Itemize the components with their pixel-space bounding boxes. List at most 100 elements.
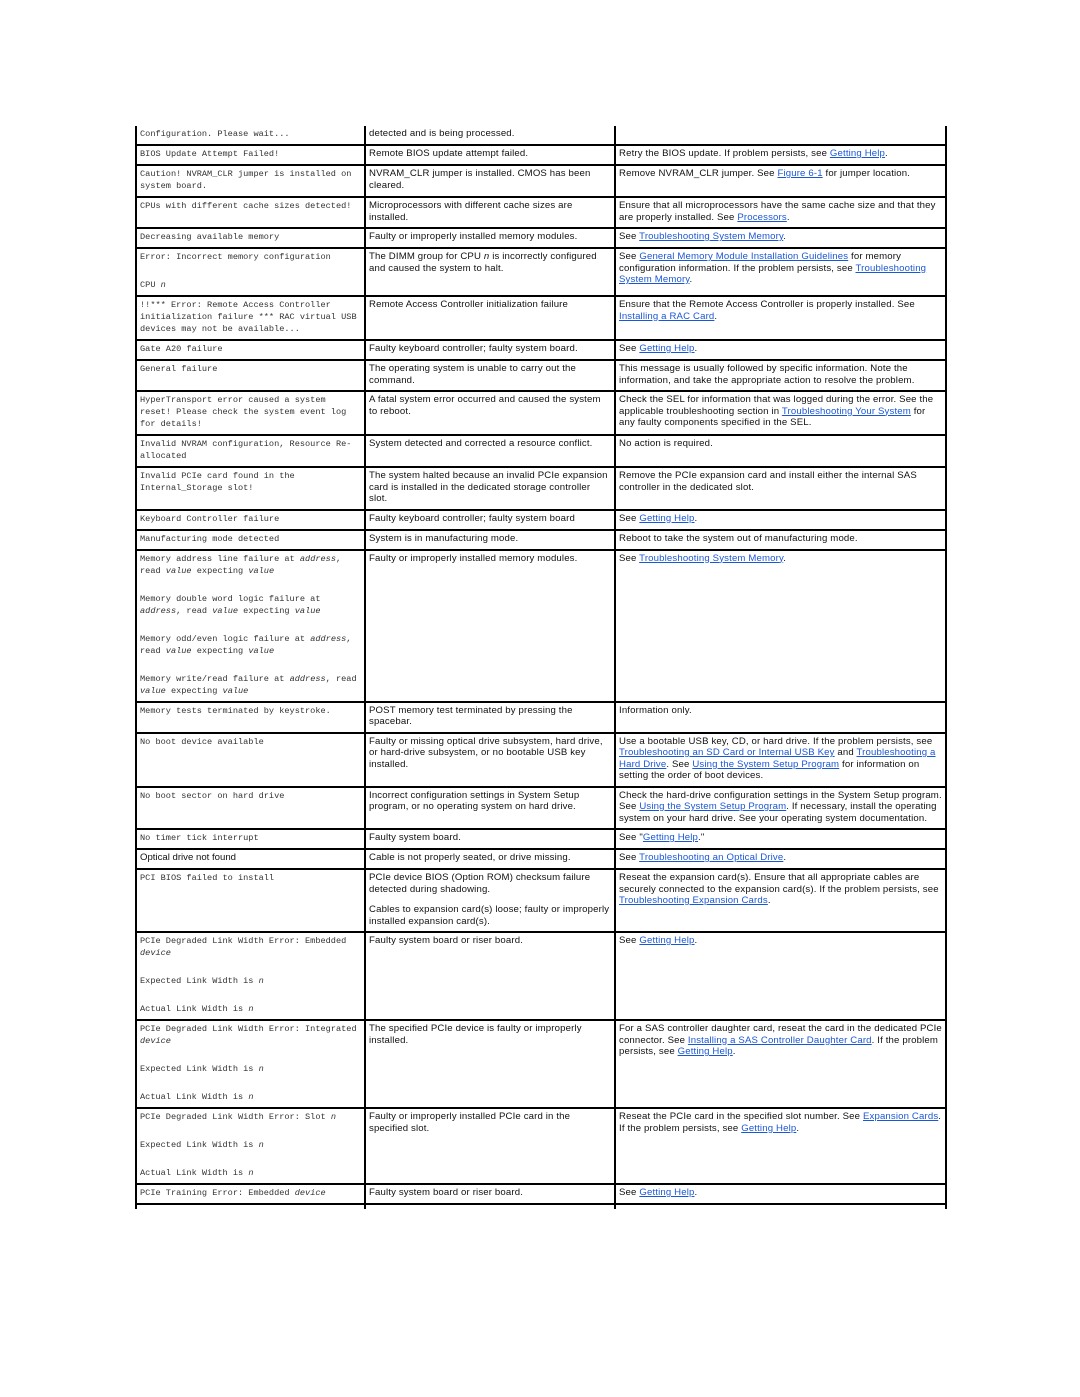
action-text: See "Getting Help.": [619, 832, 942, 844]
text-segment: . See: [666, 758, 693, 770]
cause-cell: Faulty system board or riser board.: [364, 1183, 616, 1205]
message-line: Decreasing available memory: [140, 231, 361, 243]
message-cell: No boot device available: [135, 731, 366, 788]
action-cell: See Troubleshooting System Memory.: [614, 548, 947, 703]
cross-reference-link[interactable]: Getting Help: [639, 513, 694, 524]
cause-text: The system halted because an invalid PCI…: [369, 470, 608, 504]
cross-reference-link[interactable]: Expansion Cards: [863, 1111, 938, 1122]
text-segment: PCIe Degraded Link Width Error: Integrat…: [140, 1024, 357, 1034]
cross-reference-link[interactable]: Troubleshooting System Memory: [639, 553, 783, 564]
cross-reference-link[interactable]: Installing a RAC Card: [619, 311, 714, 322]
text-segment: CPUs with different cache sizes detected…: [140, 201, 352, 211]
message-line: Expected Link Width is n: [140, 975, 361, 987]
text-segment: See: [619, 343, 640, 354]
message-cell: !!*** Error: Remote Access Controller in…: [135, 295, 366, 341]
cause-cell: The operating system is unable to carry …: [364, 359, 616, 392]
text-segment: .: [796, 1122, 800, 1134]
action-text: See Troubleshooting an Optical Drive.: [619, 852, 942, 864]
table-row: General failure The operating system is u…: [135, 359, 947, 392]
text-segment: .: [786, 211, 790, 223]
action-cell: See Getting Help.: [614, 508, 947, 531]
message-cell: BIOS Update Attempt Failed!: [135, 144, 366, 166]
cross-reference-link[interactable]: Troubleshooting Your System: [782, 406, 911, 417]
message-line: CPUs with different cache sizes detected…: [140, 200, 361, 212]
cross-reference-link[interactable]: Getting Help: [643, 832, 698, 843]
cross-reference-link[interactable]: Getting Help: [639, 935, 694, 946]
text-segment: .: [694, 1187, 698, 1198]
cause-cell: Incorrect configuration settings in Syst…: [364, 785, 616, 830]
cause-cell: Faulty or improperly installed PCIe card…: [364, 1107, 616, 1185]
cross-reference-link[interactable]: Getting Help: [639, 343, 694, 354]
message-line: PCIe Degraded Link Width Error: Integrat…: [140, 1023, 361, 1047]
cross-reference-link[interactable]: Troubleshooting System Memory: [639, 231, 783, 242]
cross-reference-link[interactable]: Using the System Setup Program: [692, 759, 839, 770]
text-segment: , read: [325, 673, 357, 684]
cause-cell: POST memory test terminated by pressing …: [364, 700, 616, 734]
action-cell: Check the SEL for information that was l…: [614, 390, 947, 436]
cause-cell: Faulty system board.: [364, 828, 616, 850]
empty-cell: [364, 1203, 616, 1209]
action-text: See Getting Help.: [619, 935, 942, 947]
variable-placeholder: n: [248, 1092, 254, 1102]
message-line: Memory double word logic failure at addr…: [140, 593, 361, 617]
text-segment: Invalid NVRAM configuration, Resource Re…: [140, 439, 352, 461]
cross-reference-link[interactable]: Troubleshooting an Optical Drive: [639, 852, 783, 863]
cross-reference-link[interactable]: Getting Help: [639, 1187, 694, 1198]
message-line: Actual Link Width is n: [140, 1091, 361, 1103]
cross-reference-link[interactable]: Troubleshooting Expansion Cards: [619, 895, 768, 906]
cause-cell: Faulty keyboard controller; faulty syste…: [364, 339, 616, 361]
action-text: Retry the BIOS update. If problem persis…: [619, 148, 942, 160]
message-line: Keyboard Controller failure: [140, 513, 361, 525]
message-line: PCIe Degraded Link Width Error: Slot n: [140, 1111, 361, 1123]
cross-reference-link[interactable]: Using the System Setup Program: [639, 801, 786, 812]
cross-reference-link[interactable]: Getting Help: [830, 148, 885, 159]
table-row: BIOS Update Attempt Failed! Remote BIOS u…: [135, 144, 947, 166]
cause-cell: Faulty keyboard controller; faulty syste…: [364, 508, 616, 531]
cause-text: Remote Access Controller initialization …: [369, 299, 569, 310]
cross-reference-link[interactable]: Getting Help: [741, 1123, 796, 1134]
table-row: Caution! NVRAM_CLR jumper is installed o…: [135, 164, 947, 198]
cross-reference-link[interactable]: Troubleshooting an SD Card or Internal U…: [619, 747, 835, 758]
cause-text: NVRAM_CLR jumper is installed. CMOS has …: [369, 168, 591, 191]
cross-reference-link[interactable]: Installing a SAS Controller Daughter Car…: [688, 1035, 872, 1046]
message-cell: Keyboard Controller failure: [135, 508, 366, 531]
text-segment: , read: [176, 605, 213, 616]
text-segment: CPU: [140, 280, 161, 290]
cross-reference-link[interactable]: Processors: [737, 212, 786, 223]
cause-text: Faulty or missing optical drive subsyste…: [369, 735, 603, 770]
cross-reference-link[interactable]: Figure 6-1: [777, 168, 822, 179]
variable-placeholder: n: [160, 280, 166, 290]
text-segment: Ensure that the Remote Access Controller…: [619, 299, 915, 310]
action-cell: Reseat the PCIe card in the specified sl…: [614, 1107, 947, 1185]
action-text: Ensure that all microprocessors have the…: [619, 200, 942, 223]
message-line: Caution! NVRAM_CLR jumper is installed o…: [140, 168, 361, 192]
action-text: Information only.: [619, 705, 942, 717]
cause-text: System is in manufacturing mode.: [369, 532, 519, 544]
text-segment: Keyboard Controller failure: [140, 513, 280, 524]
cause-text: Remote BIOS update attempt failed.: [369, 148, 529, 159]
text-segment: Invalid PCIe card found in the Internal_…: [140, 471, 295, 493]
cross-reference-link[interactable]: General Memory Module Installation Guide…: [639, 251, 848, 262]
message-cell: Decreasing available memory: [135, 227, 366, 249]
text-segment: Configuration. Please wait...: [140, 129, 290, 139]
text-segment: .: [767, 895, 771, 906]
table-row-continuation: [135, 1203, 947, 1209]
text-segment: PCIe Degraded Link Width Error: Embedded: [140, 936, 347, 946]
message-cell: Manufacturing mode detected: [135, 528, 366, 551]
message-cell: PCIe Degraded Link Width Error: Integrat…: [135, 1019, 366, 1109]
variable-placeholder: value: [165, 645, 192, 656]
message-line: Invalid NVRAM configuration, Resource Re…: [140, 438, 361, 462]
message-line: !!*** Error: Remote Access Controller in…: [140, 299, 361, 335]
text-segment: See: [619, 231, 640, 242]
text-segment: HyperTransport error caused a system res…: [140, 395, 347, 429]
cross-reference-link[interactable]: Getting Help: [678, 1046, 733, 1057]
text-segment: Retry the BIOS update. If problem persis…: [619, 148, 830, 159]
message-cell: No timer tick interrupt: [135, 828, 366, 850]
text-segment: PCIe Training Error: Embedded: [140, 1188, 295, 1198]
action-text: See Getting Help.: [619, 343, 942, 355]
table-body: Configuration. Please wait... detected an…: [135, 126, 947, 1209]
text-segment: .: [694, 512, 698, 524]
cause-cell: Remote BIOS update attempt failed.: [364, 144, 616, 166]
variable-placeholder: address: [140, 605, 177, 616]
table-row: HyperTransport error caused a system res…: [135, 390, 947, 436]
